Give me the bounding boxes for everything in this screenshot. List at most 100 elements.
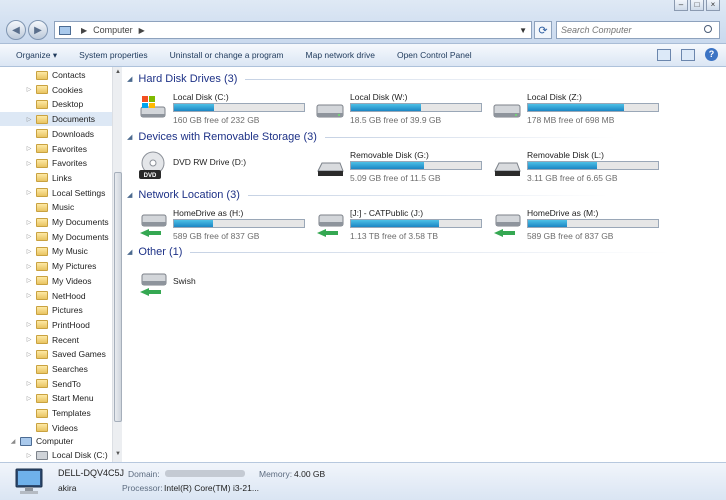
scroll-down-icon[interactable]: ▼ <box>114 451 122 457</box>
svg-text:DVD: DVD <box>144 173 157 179</box>
collapse-icon[interactable]: ◢ <box>127 248 132 256</box>
expand-arrow-icon[interactable]: ▷ <box>24 145 34 152</box>
uninstall-program-button[interactable]: Uninstall or change a program <box>159 50 295 60</box>
group-removable-storage[interactable]: ◢ Devices with Removable Storage (3) <box>127 131 615 143</box>
minimize-button[interactable]: – <box>674 0 688 11</box>
sidebar-item[interactable]: Templates <box>0 406 112 420</box>
expand-arrow-icon[interactable]: ▷ <box>24 277 34 284</box>
sidebar-scrollbar[interactable]: ▲ ▼ <box>112 67 122 462</box>
help-icon[interactable]: ? <box>705 48 718 61</box>
sidebar-item-label: Recent <box>52 334 79 345</box>
expand-arrow-icon[interactable]: ▷ <box>24 452 34 459</box>
expand-arrow-icon[interactable]: ▷ <box>24 380 34 387</box>
expand-arrow-icon[interactable]: ▷ <box>24 233 34 240</box>
sidebar-item[interactable]: ◢ Computer <box>0 434 112 448</box>
folder-icon <box>36 85 48 95</box>
domain-value-redacted <box>165 470 245 477</box>
search-input[interactable] <box>556 21 720 39</box>
item-swish[interactable]: Swish <box>137 266 309 306</box>
group-other[interactable]: ◢ Other (1) <box>127 246 671 258</box>
preview-pane-icon[interactable] <box>681 48 695 61</box>
expand-arrow-icon[interactable]: ▷ <box>24 248 34 255</box>
sidebar-item[interactable]: ▷ Local Disk (C:) <box>0 448 112 462</box>
sidebar-item-label: Cookies <box>52 84 83 95</box>
drive-l[interactable]: Removable Disk (L:) 3.11 GB free of 6.65… <box>491 149 663 189</box>
change-view-icon[interactable] <box>657 48 671 61</box>
sidebar-item[interactable]: ▷ SendTo <box>0 377 112 391</box>
expand-arrow-icon[interactable]: ▷ <box>24 116 34 123</box>
open-control-panel-button[interactable]: Open Control Panel <box>386 50 483 60</box>
group-hard-disk-drives[interactable]: ◢ Hard Disk Drives (3) <box>127 73 606 85</box>
collapse-icon[interactable]: ◢ <box>127 75 132 83</box>
drive-z[interactable]: Local Disk (Z:) 178 MB free of 698 MB <box>491 91 663 131</box>
search-icon[interactable] <box>704 25 712 33</box>
sidebar-item[interactable]: Downloads <box>0 127 112 141</box>
expand-arrow-icon[interactable]: ▷ <box>24 263 34 270</box>
sidebar-item[interactable]: ▷ Recent <box>0 333 112 347</box>
refresh-button[interactable]: ⟳ <box>534 21 552 39</box>
expand-arrow-icon[interactable]: ▷ <box>24 292 34 299</box>
scrollbar-thumb[interactable] <box>114 172 122 422</box>
expand-arrow-icon[interactable]: ▷ <box>24 336 34 343</box>
sidebar-item[interactable]: Pictures <box>0 303 112 317</box>
drive-w[interactable]: Local Disk (W:) 18.5 GB free of 39.9 GB <box>314 91 486 131</box>
sidebar-item[interactable]: Searches <box>0 362 112 376</box>
group-network-location[interactable]: ◢ Network Location (3) <box>127 189 608 201</box>
sidebar-item[interactable]: ▷ PrintHood <box>0 318 112 332</box>
sidebar-item[interactable]: ▷ Local Settings <box>0 186 112 200</box>
expand-arrow-icon[interactable]: ◢ <box>8 438 18 445</box>
folder-icon <box>36 158 48 168</box>
folder-icon <box>36 261 48 271</box>
collapse-icon[interactable]: ◢ <box>127 133 132 141</box>
collapse-icon[interactable]: ◢ <box>127 191 132 199</box>
expand-arrow-icon[interactable]: ▷ <box>24 395 34 402</box>
drive-c[interactable]: Local Disk (C:) 160 GB free of 232 GB <box>137 91 309 131</box>
expand-arrow-icon[interactable]: ▷ <box>24 189 34 196</box>
expand-arrow-icon[interactable]: ▷ <box>24 219 34 226</box>
sidebar-item[interactable]: Music <box>0 200 112 214</box>
expand-arrow-icon[interactable]: ▷ <box>24 321 34 328</box>
drive-g[interactable]: Removable Disk (G:) 5.09 GB free of 11.5… <box>314 149 486 189</box>
sidebar-item[interactable]: ▷ My Documents <box>0 215 112 229</box>
drive-d[interactable]: DVD DVD RW Drive (D:) <box>137 149 309 189</box>
sidebar-item[interactable]: ▷ My Pictures <box>0 259 112 273</box>
sidebar-item[interactable]: ▷ My Music <box>0 244 112 258</box>
drive-j[interactable]: [J:] - CATPublic (J:) 1.13 TB free of 3.… <box>314 207 486 247</box>
sidebar-item[interactable]: Videos <box>0 421 112 435</box>
maximize-button[interactable]: □ <box>690 0 704 11</box>
sidebar-item[interactable]: ▷ Cookies <box>0 83 112 97</box>
address-dropdown-icon[interactable]: ▼ <box>519 26 527 35</box>
sidebar-item[interactable]: ▷ Documents <box>0 112 112 127</box>
organize-button[interactable]: Organize ▾ <box>0 50 68 61</box>
map-network-drive-button[interactable]: Map network drive <box>295 50 386 60</box>
address-bar[interactable]: ▶ Computer ▶ ▼ <box>54 21 532 39</box>
sidebar-item[interactable]: ▷ Start Menu <box>0 391 112 405</box>
forward-button[interactable]: ▶ <box>28 20 48 40</box>
scroll-up-icon[interactable]: ▲ <box>114 69 122 75</box>
back-button[interactable]: ◀ <box>6 20 26 40</box>
sidebar-item[interactable]: Contacts <box>0 68 112 82</box>
expand-arrow-icon[interactable]: ▷ <box>24 160 34 167</box>
sidebar-item[interactable]: ▷ Favorites <box>0 142 112 156</box>
expand-arrow-icon[interactable]: ▷ <box>24 86 34 93</box>
sidebar-item[interactable]: ▷ Saved Games <box>0 347 112 361</box>
drive-h[interactable]: HomeDrive as (H:) 589 GB free of 837 GB <box>137 207 309 247</box>
drive-m[interactable]: HomeDrive as (M:) 589 GB free of 837 GB <box>491 207 663 247</box>
dvd-drive-icon: DVD <box>139 151 165 179</box>
sidebar-item[interactable]: ▷ Favorites <box>0 156 112 170</box>
network-drive-icon <box>317 214 344 237</box>
sidebar-item[interactable]: ▷ My Documents <box>0 230 112 244</box>
close-button[interactable]: × <box>706 0 720 11</box>
local-disk-windows-icon <box>140 96 166 118</box>
expand-arrow-icon[interactable]: ▷ <box>24 351 34 358</box>
breadcrumb-computer[interactable]: Computer <box>93 25 133 35</box>
system-properties-button[interactable]: System properties <box>68 50 159 60</box>
sidebar-item[interactable]: ▷ NetHood <box>0 289 112 303</box>
breadcrumb-chevron-icon[interactable]: ▶ <box>139 26 145 35</box>
sidebar-item-label: Videos <box>52 422 78 433</box>
sidebar-item[interactable]: ▷ My Videos <box>0 274 112 288</box>
sidebar-item[interactable]: Links <box>0 171 112 185</box>
sidebar-item[interactable]: Desktop <box>0 97 112 111</box>
sidebar-item-label: NetHood <box>52 290 86 301</box>
sidebar-item-label: Links <box>52 172 72 183</box>
